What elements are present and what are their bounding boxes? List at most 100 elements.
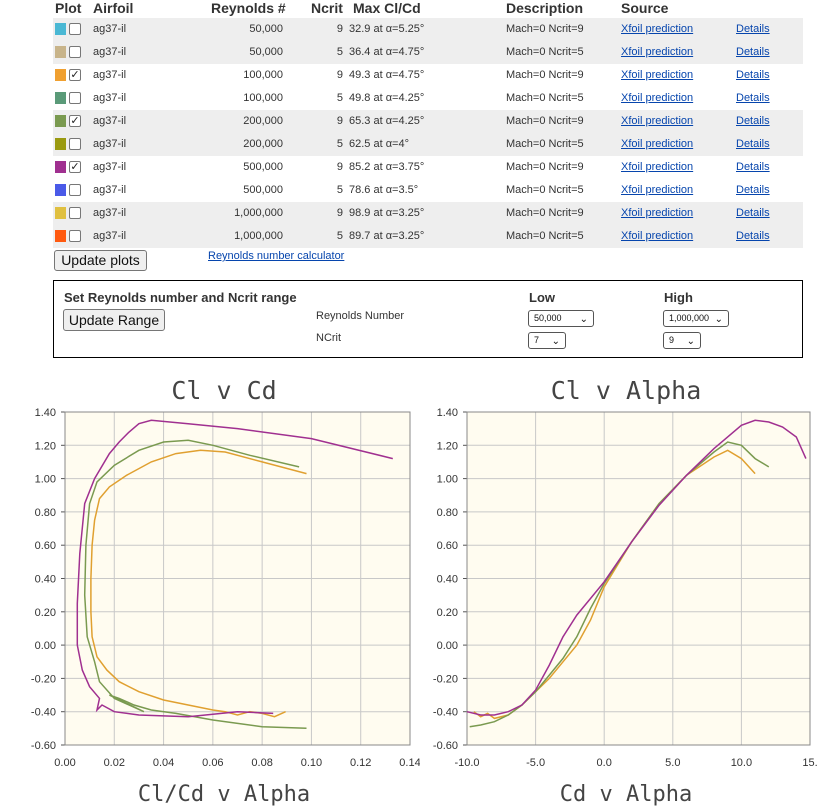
y-tick-label: -0.40 — [31, 707, 56, 719]
table-row: ag37-il 50,000 9 32.9 at α=5.25° Mach=0 Ncri… — [53, 18, 803, 41]
max-cl-cd-value: 49.8 at α=4.25° — [349, 92, 425, 104]
header-reynolds: Reynolds # — [211, 0, 286, 16]
description-value: Mach=0 Ncrit=5 — [506, 92, 584, 104]
reynolds-low-select[interactable]: 50,000 ⌄ — [528, 310, 594, 327]
header-plot: Plot — [55, 0, 82, 16]
x-tick-label: 0.02 — [104, 757, 125, 769]
y-tick-label: 1.40 — [35, 407, 56, 419]
ncrit-value: 5 — [336, 138, 343, 150]
details-link[interactable]: Details — [736, 179, 770, 202]
reynolds-value: 200,000 — [243, 138, 283, 150]
source-link[interactable]: Xfoil prediction — [621, 64, 693, 87]
ncrit-high-value: 9 — [669, 335, 675, 345]
description-value: Mach=0 Ncrit=5 — [506, 46, 584, 58]
description-value: Mach=0 Ncrit=9 — [506, 69, 584, 81]
ncrit-value: 5 — [336, 46, 343, 58]
reynolds-high-select[interactable]: 1,000,000 ⌄ — [663, 310, 729, 327]
source-link[interactable]: Xfoil prediction — [621, 18, 693, 41]
y-tick-label: 0.40 — [437, 574, 458, 586]
details-link[interactable]: Details — [736, 156, 770, 179]
ncrit-low-value: 7 — [534, 335, 540, 345]
plot-checkbox[interactable]: ✓ — [69, 69, 81, 81]
source-link[interactable]: Xfoil prediction — [621, 156, 693, 179]
x-tick-label: 0.06 — [202, 757, 223, 769]
header-source: Source — [621, 0, 669, 16]
series-color-swatch — [55, 69, 66, 81]
range-panel-title: Set Reynolds number and Ncrit range — [64, 290, 297, 305]
details-link[interactable]: Details — [736, 64, 770, 87]
airfoil-name: ag37-il — [93, 23, 127, 35]
plot-checkbox[interactable] — [69, 92, 81, 104]
reynolds-value: 100,000 — [243, 92, 283, 104]
y-tick-label: 0.20 — [35, 607, 56, 619]
ncrit-value: 9 — [336, 69, 343, 81]
ncrit-label: NCrit — [316, 332, 342, 344]
header-description: Description — [506, 0, 584, 16]
details-link[interactable]: Details — [736, 87, 770, 110]
plot-checkbox[interactable]: ✓ — [69, 115, 81, 127]
source-link[interactable]: Xfoil prediction — [621, 133, 693, 156]
table-row: ag37-il 1,000,000 5 89.7 at α=3.25° Mach=0 N… — [53, 225, 803, 248]
table-row: ✓ ag37-il 200,000 9 65.3 at α=4.25° Mach=0 Nc… — [53, 110, 803, 133]
chevron-down-icon: ⌄ — [686, 336, 695, 347]
y-tick-label: 0.80 — [35, 507, 56, 519]
series-color-swatch — [55, 23, 66, 35]
ncrit-value: 5 — [336, 184, 343, 196]
plot-checkbox[interactable] — [69, 23, 81, 35]
x-tick-label: 5.0 — [665, 757, 680, 769]
max-cl-cd-value: 49.3 at α=4.75° — [349, 69, 425, 81]
table-row: ag37-il 1,000,000 9 98.9 at α=3.25° Mach=0 N… — [53, 202, 803, 225]
details-link[interactable]: Details — [736, 202, 770, 225]
description-value: Mach=0 Ncrit=9 — [506, 23, 584, 35]
ncrit-value: 9 — [336, 23, 343, 35]
chevron-down-icon: ⌄ — [714, 314, 723, 325]
table-row: ag37-il 500,000 5 78.6 at α=3.5° Mach=0 Ncri… — [53, 179, 803, 202]
reynolds-value: 1,000,000 — [234, 207, 283, 219]
max-cl-cd-value: 36.4 at α=4.75° — [349, 46, 425, 58]
plot-checkbox[interactable] — [69, 46, 81, 58]
details-link[interactable]: Details — [736, 225, 770, 248]
description-value: Mach=0 Ncrit=9 — [506, 161, 584, 173]
table-row: ✓ ag37-il 100,000 9 49.3 at α=4.75° Mach=0 Nc… — [53, 64, 803, 87]
details-link[interactable]: Details — [736, 110, 770, 133]
chart-title-cd-alpha: Cd v Alpha — [559, 782, 693, 807]
ncrit-value: 9 — [336, 161, 343, 173]
source-link[interactable]: Xfoil prediction — [621, 225, 693, 248]
update-range-button[interactable]: Update Range — [63, 309, 165, 331]
y-tick-label: 0.60 — [35, 540, 56, 552]
plot-checkbox[interactable] — [69, 230, 81, 242]
details-link[interactable]: Details — [736, 133, 770, 156]
x-tick-label: 0.10 — [301, 757, 322, 769]
source-link[interactable]: Xfoil prediction — [621, 202, 693, 225]
airfoil-name: ag37-il — [93, 207, 127, 219]
x-tick-label: -10.0 — [454, 757, 479, 769]
series-color-swatch — [55, 184, 66, 196]
ncrit-value: 5 — [336, 92, 343, 104]
plot-checkbox[interactable] — [69, 184, 81, 196]
y-tick-label: -0.20 — [433, 673, 458, 685]
reynolds-low-value: 50,000 — [534, 313, 562, 323]
y-tick-label: 0.20 — [437, 607, 458, 619]
source-link[interactable]: Xfoil prediction — [621, 179, 693, 202]
y-tick-label: -0.60 — [433, 740, 458, 752]
source-link[interactable]: Xfoil prediction — [621, 41, 693, 64]
plot-checkbox[interactable] — [69, 138, 81, 150]
details-link[interactable]: Details — [736, 18, 770, 41]
source-link[interactable]: Xfoil prediction — [621, 110, 693, 133]
airfoil-name: ag37-il — [93, 161, 127, 173]
reynolds-calculator-link[interactable]: Reynolds number calculator — [208, 250, 344, 262]
reynolds-value: 500,000 — [243, 184, 283, 196]
y-tick-label: 0.60 — [437, 540, 458, 552]
details-link[interactable]: Details — [736, 41, 770, 64]
table-row: ag37-il 200,000 5 62.5 at α=4° Mach=0 Ncrit=… — [53, 133, 803, 156]
update-plots-button[interactable]: Update plots — [54, 250, 147, 271]
y-tick-label: 1.20 — [35, 440, 56, 452]
x-tick-label: 10.0 — [731, 757, 752, 769]
plot-checkbox[interactable] — [69, 207, 81, 219]
ncrit-high-select[interactable]: 9 ⌄ — [663, 332, 701, 349]
source-link[interactable]: Xfoil prediction — [621, 87, 693, 110]
max-cl-cd-value: 78.6 at α=3.5° — [349, 184, 419, 196]
ncrit-low-select[interactable]: 7 ⌄ — [528, 332, 566, 349]
plot-checkbox[interactable]: ✓ — [69, 161, 81, 173]
cl-alpha-chart: -10.0 -5.0 0.0 5.0 10.0 15. -0.60 -0.40 -0.20 0.0… — [433, 407, 818, 769]
